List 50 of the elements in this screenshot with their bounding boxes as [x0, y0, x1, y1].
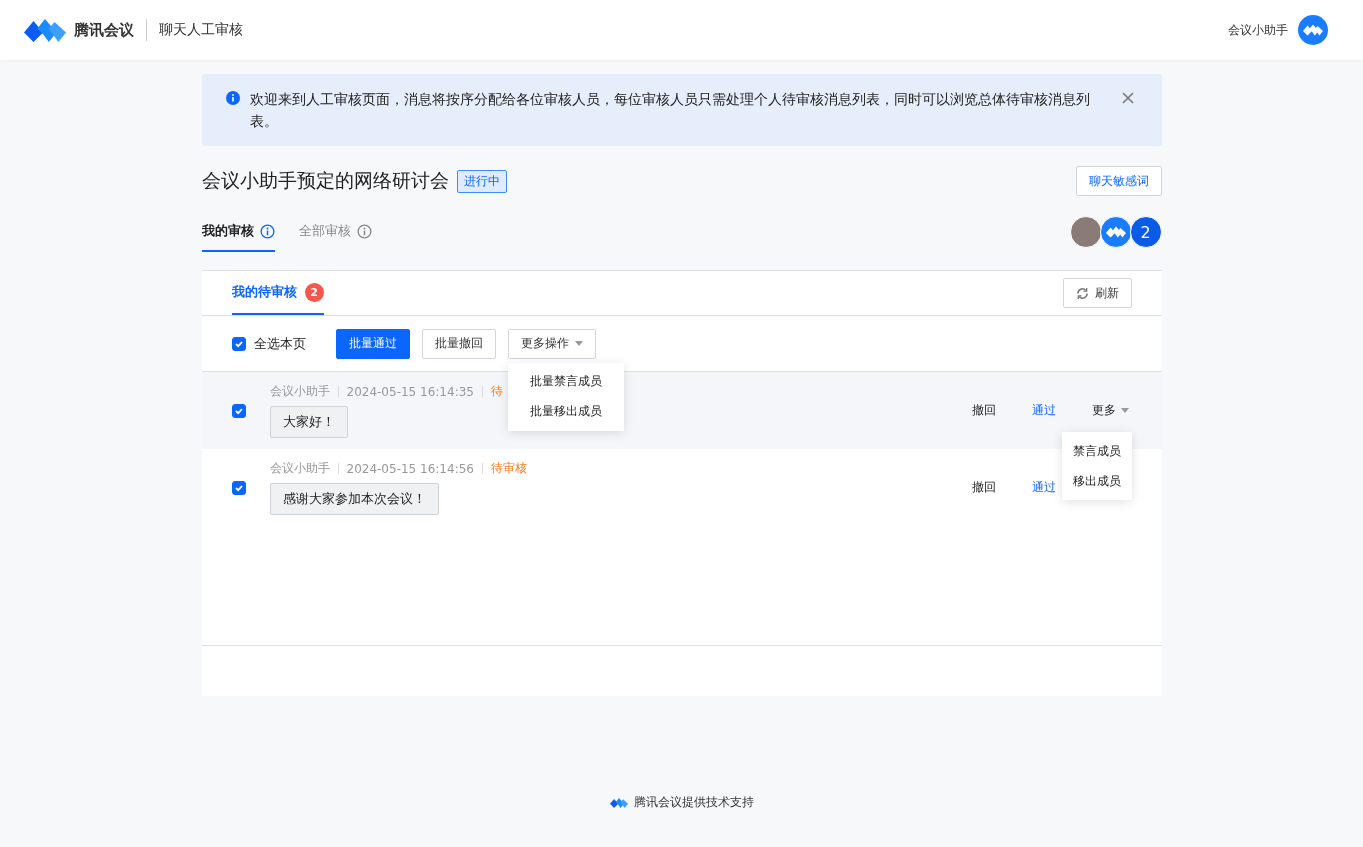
close-icon: [1121, 92, 1134, 104]
review-status: 待: [490, 383, 503, 400]
review-tab[interactable]: 全部审核: [298, 212, 372, 252]
caret-icon: [1120, 408, 1129, 413]
user-avatar[interactable]: [1298, 15, 1328, 45]
count-badge: 2: [304, 282, 324, 302]
reviewer-count: 2: [1129, 216, 1162, 248]
user-name: 会议小助手: [1228, 21, 1288, 39]
withdraw-link[interactable]: 撤回: [971, 402, 996, 419]
info-icon: [356, 223, 372, 239]
caret-icon: [574, 341, 583, 346]
message-bubble: 大家好！: [269, 406, 348, 438]
menu-item[interactable]: 批量禁言成员: [507, 366, 624, 397]
sender-name: 会议小助手: [269, 383, 330, 400]
checkbox[interactable]: [231, 336, 246, 351]
select-all-label: 全选本页: [253, 334, 306, 353]
review-status: 待审核: [490, 460, 527, 477]
brand-name: 腾讯会议: [74, 20, 134, 40]
footer-text: 腾讯会议提供技术支持: [633, 794, 754, 811]
pending-tab[interactable]: 我的待审核 2: [231, 271, 324, 315]
batch-withdraw-button[interactable]: 批量撤回: [421, 328, 496, 359]
menu-item[interactable]: 批量移出成员: [507, 396, 624, 427]
checkbox[interactable]: [231, 403, 246, 418]
message-time: 2024-05-15 16:14:56: [346, 461, 474, 476]
sensitive-words-button[interactable]: 聊天敏感词: [1075, 166, 1162, 196]
approve-link[interactable]: 通过: [1031, 479, 1056, 496]
info-icon: [225, 91, 240, 105]
status-tag: 进行中: [456, 169, 507, 193]
checkbox[interactable]: [231, 480, 246, 495]
avatar-placeholder: [1069, 216, 1102, 248]
logo-icon: [609, 797, 628, 808]
withdraw-link[interactable]: 撤回: [971, 479, 996, 496]
meeting-title: 会议小助手预定的网络研讨会: [201, 168, 449, 193]
batch-approve-button[interactable]: 批量通过: [335, 328, 410, 359]
sender-name: 会议小助手: [269, 460, 330, 477]
page-title: 聊天人工审核: [159, 21, 243, 39]
menu-item[interactable]: 禁言成员: [1061, 436, 1132, 466]
approve-link[interactable]: 通过: [1031, 402, 1056, 419]
message-time: 2024-05-15 16:14:35: [346, 384, 474, 399]
message-bubble: 感谢大家参加本次会议！: [269, 483, 439, 515]
more-actions-dropdown[interactable]: 更多操作: [507, 328, 596, 359]
more-dropdown[interactable]: 更多: [1091, 402, 1129, 419]
logo-icon: [24, 18, 66, 42]
refresh-icon: [1075, 286, 1089, 300]
notice-text: 欢迎来到人工审核页面，消息将按序分配给各位审核人员，每位审核人员只需处理个人待审核消息列表，同时可以浏览总体待审核消息列表。: [249, 90, 1091, 131]
menu-item[interactable]: 移出成员: [1061, 466, 1132, 496]
reviewer-avatar: [1099, 216, 1132, 248]
info-icon: [259, 223, 275, 239]
refresh-button[interactable]: 刷新: [1062, 278, 1132, 308]
review-tab[interactable]: 我的审核: [201, 212, 275, 252]
